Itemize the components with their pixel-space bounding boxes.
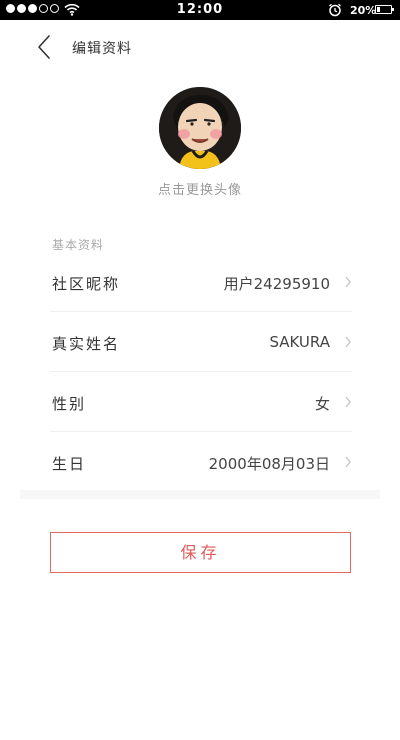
row-label: 真实姓名 bbox=[52, 335, 121, 353]
row-real-name[interactable]: 真实姓名 SAKURA bbox=[50, 312, 352, 372]
back-arrow-icon[interactable] bbox=[34, 34, 54, 60]
section-label-basic-info: 基本资料 bbox=[52, 238, 105, 252]
row-value: SAKURA bbox=[269, 333, 330, 351]
battery-percent: 20% bbox=[350, 4, 377, 17]
row-label: 生日 bbox=[52, 455, 87, 473]
page-title: 编辑资料 bbox=[72, 41, 132, 57]
avatar-face-image bbox=[159, 87, 241, 169]
row-gender[interactable]: 性别 女 bbox=[50, 372, 352, 432]
alarm-clock-icon bbox=[329, 3, 341, 17]
battery-fill bbox=[377, 7, 380, 12]
avatar[interactable] bbox=[159, 87, 241, 169]
basic-info-list: 社区昵称 用户24295910 真实姓名 SAKURA 性别 女 生日 2000… bbox=[50, 252, 352, 492]
row-label: 社区昵称 bbox=[52, 275, 121, 293]
row-value: 女 bbox=[314, 395, 330, 413]
status-bar: 12:00 20% bbox=[0, 0, 400, 20]
row-value: 2000年08月03日 bbox=[208, 455, 330, 473]
edit-profile-screen: 12:00 20% 编辑资料 点击更换头像 基本资料 社区昵称 用户242959… bbox=[0, 0, 400, 740]
save-button[interactable]: 保存 bbox=[50, 532, 351, 573]
chevron-right-icon bbox=[345, 336, 351, 348]
change-avatar-hint[interactable]: 点击更换头像 bbox=[0, 179, 400, 198]
chevron-right-icon bbox=[345, 396, 351, 408]
row-value: 用户24295910 bbox=[223, 275, 330, 293]
nav-header: 编辑资料 bbox=[0, 20, 400, 72]
chevron-right-icon bbox=[345, 456, 351, 468]
battery-icon bbox=[375, 5, 394, 14]
row-nickname[interactable]: 社区昵称 用户24295910 bbox=[50, 252, 352, 312]
chevron-right-icon bbox=[345, 276, 351, 288]
row-birthday[interactable]: 生日 2000年08月03日 bbox=[50, 432, 352, 492]
section-divider bbox=[20, 490, 380, 499]
row-label: 性别 bbox=[52, 395, 87, 413]
